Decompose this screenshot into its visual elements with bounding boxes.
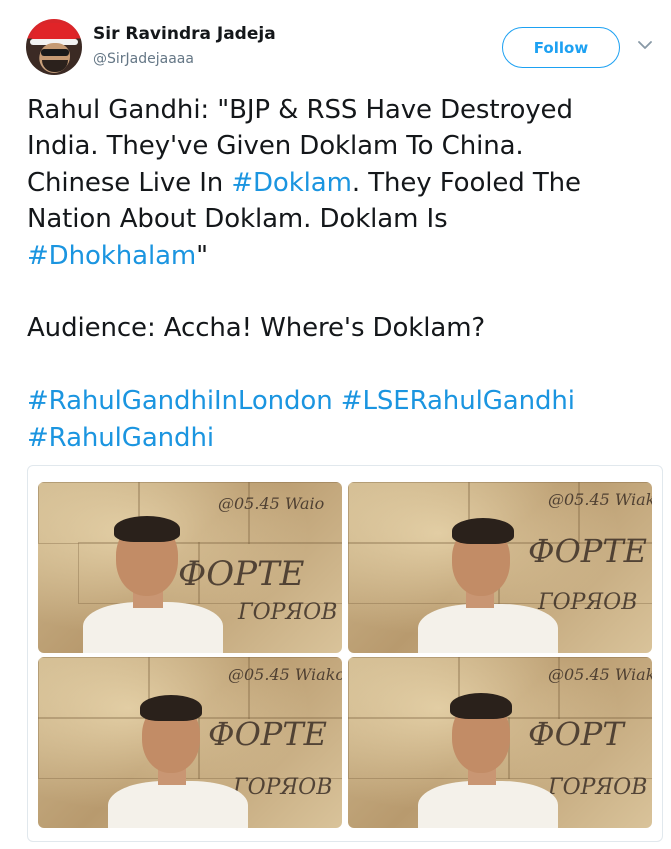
tweet-line-text: " — [196, 240, 209, 271]
photo[interactable]: ФОРТЕ @05.45 Waio ГОРЯОВ — [38, 482, 342, 653]
tweet-line-text: Nation About Doklam. Doklam Is — [27, 204, 448, 235]
avatar-beard — [42, 60, 68, 72]
tweet-line: India. They've Given Doklam To China. — [27, 128, 657, 164]
tweet-line: #Dhokhalam" — [27, 238, 657, 274]
wall-graffiti: ГОРЯОВ — [238, 600, 338, 625]
figure-hair — [140, 695, 202, 721]
wall-block — [38, 657, 150, 719]
figure-hair — [450, 693, 512, 719]
wall-graffiti: @05.45 Wiakos — [228, 665, 342, 684]
tweet-line-text: . They Fooled The — [351, 167, 581, 198]
follow-button[interactable]: Follow — [502, 27, 620, 68]
user-handle[interactable]: @SirJadejaaaa — [93, 51, 194, 67]
wall-graffiti: ФОРТЕ — [178, 554, 305, 594]
hashtag-link[interactable]: #RahulGandhi — [27, 423, 214, 453]
figure-hair — [114, 516, 180, 542]
tweet-text: Rahul Gandhi: "BJP & RSS Have Destroyed … — [27, 92, 657, 456]
photo[interactable]: ФОРТ @05.45 Wiakos ГОРЯОВ — [348, 657, 652, 828]
wall-block — [248, 482, 342, 544]
avatar[interactable] — [26, 19, 82, 75]
photo[interactable]: ФОРТЕ @05.45 Wiakos ГОРЯОВ — [348, 482, 652, 653]
wall-graffiti: @05.45 Wiakos — [548, 490, 652, 509]
tweet-line-text: India. They've Given Doklam To China. — [27, 131, 524, 162]
wall-graffiti: ФОРТЕ — [528, 532, 648, 570]
tweet-line-text: Audience: Accha! Where's Doklam? — [27, 313, 486, 344]
hashtag-link[interactable]: #Doklam — [231, 168, 352, 198]
tweet-line-text: Chinese Live In — [27, 167, 232, 198]
figure-shirt — [83, 602, 223, 653]
avatar-glasses — [41, 49, 69, 56]
figure-shirt — [418, 604, 558, 653]
wall-graffiti: ГОРЯОВ — [538, 590, 638, 615]
media-grid: ФОРТЕ @05.45 Waio ГОРЯОВ ФОРТЕ @05.45 Wi… — [27, 465, 663, 842]
tweet-line: Chinese Live In #Doklam. They Fooled The — [27, 165, 657, 201]
display-name[interactable]: Sir Ravindra Jadeja — [93, 24, 276, 44]
tweet-line: Rahul Gandhi: "BJP & RSS Have Destroyed — [27, 92, 657, 128]
tweet-line: Audience: Accha! Where's Doklam? — [27, 310, 657, 346]
wall-graffiti: @05.45 Wiakos — [548, 665, 652, 684]
hashtag-link[interactable]: #LSERahulGandhi — [341, 386, 575, 416]
wall-graffiti: ГОРЯОВ — [548, 775, 648, 800]
wall-graffiti: ФОРТЕ — [208, 715, 328, 753]
figure-shirt — [418, 781, 558, 828]
tweet-line: #RahulGandhiInLondon #LSERahulGandhi — [27, 383, 657, 419]
wall-graffiti: ФОРТ — [528, 715, 624, 753]
hashtag-link[interactable]: #Dhokhalam — [27, 241, 196, 271]
wall-graffiti: @05.45 Waio — [218, 494, 325, 513]
figure-hair — [452, 518, 514, 544]
chevron-down-icon[interactable] — [638, 40, 652, 50]
tweet-line-text: Rahul Gandhi: "BJP & RSS Have Destroyed — [27, 95, 573, 125]
tweet-line: Nation About Doklam. Doklam Is — [27, 201, 657, 237]
tweet-line: #RahulGandhi — [27, 420, 657, 456]
photo[interactable]: ФОРТЕ @05.45 Wiakos ГОРЯОВ — [38, 657, 342, 828]
figure-shirt — [108, 781, 248, 828]
wall-block — [348, 657, 460, 719]
hashtag-link[interactable]: #RahulGandhiInLondon — [27, 386, 333, 416]
wall-graffiti: ГОРЯОВ — [233, 775, 333, 800]
